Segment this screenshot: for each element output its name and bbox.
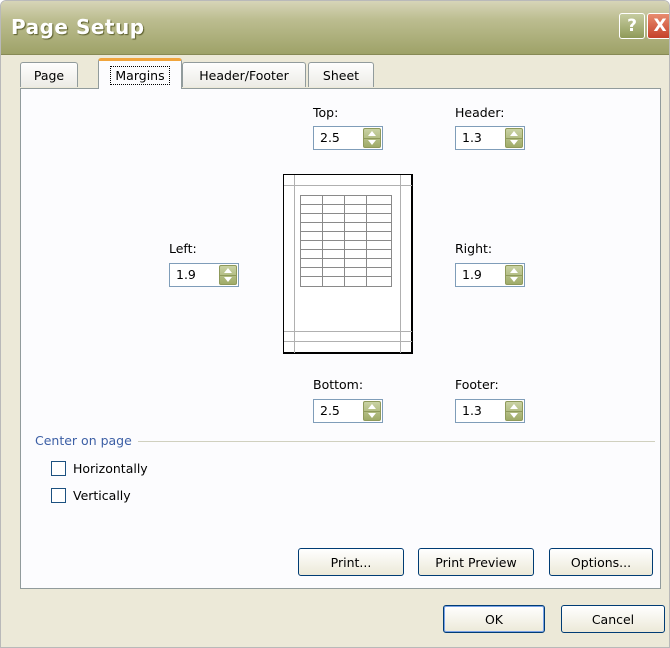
right-label: Right: <box>455 241 493 256</box>
right-value: 1.9 <box>462 267 482 282</box>
tab-label: Sheet <box>322 67 360 83</box>
cancel-button-label: Cancel <box>591 611 635 627</box>
tab-label: Margins <box>110 65 170 85</box>
tab-label: Page <box>33 67 65 83</box>
print-preview-button-label: Print Preview <box>435 554 517 570</box>
ok-button-label: OK <box>484 611 504 627</box>
footer-value: 1.3 <box>462 403 482 418</box>
header-value: 1.3 <box>462 130 482 145</box>
cancel-button[interactable]: Cancel <box>561 605 665 633</box>
vertically-checkbox[interactable] <box>51 488 66 503</box>
header-spinner[interactable]: 1.3 <box>455 126 525 150</box>
print-preview-button[interactable]: Print Preview <box>418 548 534 576</box>
center-on-page-label: Center on page <box>35 433 138 448</box>
left-label: Left: <box>169 241 197 256</box>
margins-panel: Top: 2.5 Header: 1.3 Left: 1.9 Right: 1.… <box>20 88 661 589</box>
header-label: Header: <box>455 105 505 120</box>
close-button[interactable]: X <box>647 13 669 39</box>
left-spinner[interactable]: 1.9 <box>169 263 239 287</box>
horizontally-checkbox[interactable] <box>51 461 66 476</box>
page-setup-dialog: Page Setup ? X Page Margins Header/Foote… <box>0 0 670 648</box>
tab-header-footer[interactable]: Header/Footer <box>182 62 306 87</box>
help-icon: ? <box>627 16 637 36</box>
footer-label: Footer: <box>455 377 499 392</box>
left-value: 1.9 <box>176 267 196 282</box>
tab-page[interactable]: Page <box>20 62 78 87</box>
help-button[interactable]: ? <box>619 13 645 39</box>
window-title: Page Setup <box>11 15 145 39</box>
print-button[interactable]: Print... <box>298 548 404 576</box>
print-button-label: Print... <box>330 554 372 570</box>
options-button-label: Options... <box>570 554 632 570</box>
bottom-spinner[interactable]: 2.5 <box>313 399 383 423</box>
horizontally-label[interactable]: Horizontally <box>73 461 148 476</box>
tab-sheet[interactable]: Sheet <box>308 62 374 87</box>
preview-cell-grid <box>300 195 392 287</box>
footer-spinner[interactable]: 1.3 <box>455 399 525 423</box>
right-spinner[interactable]: 1.9 <box>455 263 525 287</box>
vertically-label[interactable]: Vertically <box>73 488 131 503</box>
bottom-label: Bottom: <box>313 377 364 392</box>
page-preview <box>283 174 413 354</box>
top-spinner[interactable]: 2.5 <box>313 126 383 150</box>
top-label: Top: <box>313 105 339 120</box>
tab-label: Header/Footer <box>199 67 289 83</box>
close-icon: X <box>653 16 667 36</box>
options-button[interactable]: Options... <box>549 548 653 576</box>
title-bar: Page Setup ? X <box>1 1 669 55</box>
tab-margins[interactable]: Margins <box>98 58 182 89</box>
ok-button[interactable]: OK <box>443 605 545 633</box>
top-value: 2.5 <box>320 130 340 145</box>
bottom-value: 2.5 <box>320 403 340 418</box>
